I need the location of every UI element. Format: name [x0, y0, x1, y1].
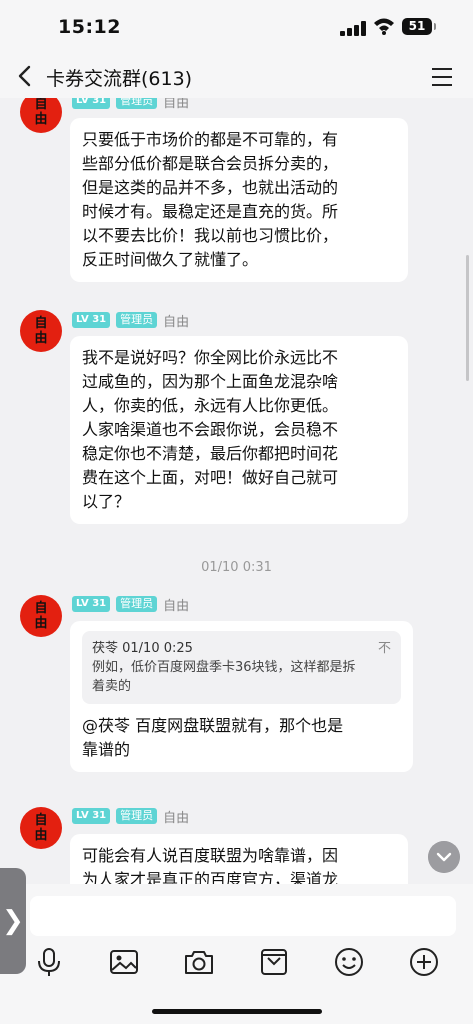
pocket-icon[interactable] [256, 944, 292, 980]
sender-name: 自由 [163, 598, 190, 614]
message-line: 稳定你也不清楚，最后你都把时间花 [82, 444, 339, 463]
level-badge: LV 31 [72, 808, 111, 824]
quoted-message[interactable]: 茯苓 01/10 0:25 不 例如，低价百度网盘季卡36块钱，这样都是拆 着卖… [82, 631, 401, 704]
message-line: 为人家才是真正的百度官方，渠道龙 [82, 870, 339, 884]
message-line: 费在这个上面，对吧！做好自己就可 [82, 468, 339, 487]
message-meta: LV 31 管理员 自由 [72, 311, 190, 330]
avatar-text: 自 由 [34, 813, 48, 843]
role-badge: 管理员 [116, 312, 158, 328]
signal-icon [340, 20, 366, 36]
wifi-icon [374, 18, 394, 35]
message-meta: LV 31 管理员 自由 [72, 807, 190, 826]
quote-close-label: 不 [377, 641, 391, 656]
image-icon[interactable] [106, 944, 142, 980]
message-line: 我不是说好吗？你全网比价永远比不 [82, 348, 339, 367]
message-bubble[interactable]: 可能会有人说百度联盟为啥靠谱，因 为人家才是真正的百度官方，渠道龙 [70, 834, 408, 884]
quote-line: 例如，低价百度网盘季卡36块钱，这样都是拆 [92, 660, 356, 675]
avatar-text: 自 由 [34, 98, 48, 127]
message-line: 人家啥渠道也不会跟你说，会员稳不 [82, 420, 339, 439]
message-meta: LV 31 管理员 自由 [72, 98, 190, 111]
chat-message-list[interactable]: 自 由 LV 31 管理员 自由 只要低于市场价的都是不可靠的，有 些部分低价都… [0, 98, 473, 884]
battery-icon: 51 [402, 18, 436, 35]
message-bubble[interactable]: 只要低于市场价的都是不可靠的，有 些部分低价都是联合会员拆分卖的， 但是这类的品… [70, 118, 408, 282]
message-line: 人，你卖的低，永远有人比你更低。 [82, 396, 339, 415]
emoji-icon[interactable] [331, 944, 367, 980]
avatar[interactable]: 自 由 [20, 595, 62, 637]
chat-header: 卡券交流群(613) [0, 56, 473, 98]
message-bubble[interactable]: 我不是说好吗？你全网比价永远比不 过咸鱼的，因为那个上面鱼龙混杂啥 人，你卖的低… [70, 336, 408, 524]
sender-name: 自由 [163, 98, 190, 111]
message-line: 反正时间做久了就懂了。 [82, 250, 259, 269]
page-title: 卡券交流群(613) [46, 68, 193, 90]
scrollbar[interactable] [466, 255, 469, 381]
quote-header: 茯苓 01/10 0:25 [92, 641, 193, 656]
plus-icon[interactable] [406, 944, 442, 980]
microphone-icon[interactable] [31, 944, 67, 980]
role-badge: 管理员 [116, 596, 158, 612]
status-bar: 15:12 51 [0, 0, 473, 56]
quote-line: 着卖的 [92, 679, 132, 694]
message-line: 但是这类的品并不多，也就出活动的 [82, 178, 339, 197]
sender-name: 自由 [163, 810, 190, 826]
message-meta: LV 31 管理员 自由 [72, 595, 190, 614]
chat-timestamp: 01/10 0:31 [201, 560, 272, 575]
message-line: 以了？ [82, 492, 131, 511]
avatar[interactable]: 自 由 [20, 807, 62, 849]
message-line: 时候才有。最稳定还是直充的货。所 [82, 202, 339, 221]
message-line: 靠谱的 [82, 740, 131, 759]
message-line: 可能会有人说百度联盟为啥靠谱，因 [82, 846, 339, 865]
message-input[interactable] [30, 896, 456, 936]
avatar[interactable]: 自 由 [20, 310, 62, 352]
level-badge: LV 31 [72, 312, 111, 328]
avatar-text: 自 由 [34, 601, 48, 631]
camera-icon[interactable] [181, 944, 217, 980]
message-line: 只要低于市场价的都是不可靠的，有 [82, 130, 339, 149]
message-line: 过咸鱼的，因为那个上面鱼龙混杂啥 [82, 372, 339, 391]
home-indicator[interactable] [152, 1009, 322, 1014]
status-time: 15:12 [58, 16, 121, 38]
avatar[interactable]: 自 由 [20, 98, 62, 133]
message-line: 些部分低价都是联合会员拆分卖的， [82, 154, 339, 173]
level-badge: LV 31 [72, 596, 111, 612]
scroll-down-icon[interactable] [428, 841, 460, 873]
message-line: 以不要去比价！我以前也习惯比价， [82, 226, 339, 245]
role-badge: 管理员 [116, 98, 158, 109]
role-badge: 管理员 [116, 808, 158, 824]
avatar-text: 自 由 [34, 316, 48, 346]
menu-icon[interactable] [432, 68, 454, 86]
composer-toolbar [0, 944, 473, 984]
level-badge: LV 31 [72, 98, 111, 109]
sender-name: 自由 [163, 314, 190, 330]
back-icon[interactable] [14, 64, 36, 88]
message-line: @茯苓 百度网盘联盟就有，那个也是 [82, 716, 344, 735]
message-bubble[interactable]: 茯苓 01/10 0:25 不 例如，低价百度网盘季卡36块钱，这样都是拆 着卖… [70, 621, 413, 772]
